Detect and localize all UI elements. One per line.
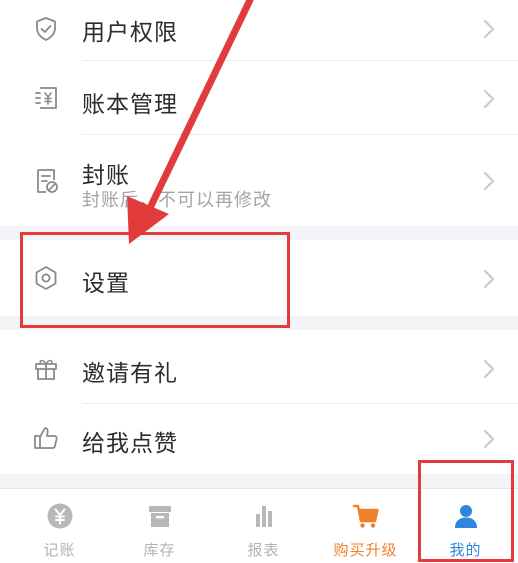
chevron-right-icon <box>482 428 496 450</box>
chevron-right-icon <box>482 170 496 192</box>
menu-item-label: 用户权限 <box>82 20 178 46</box>
tab-inventory[interactable]: 库存 <box>108 489 211 563</box>
menu-item-label: 封账 <box>82 163 130 189</box>
highlight-box-settings <box>20 232 290 328</box>
tab-label: 报表 <box>247 541 280 559</box>
menu-item-ledger-management[interactable]: 账本管理 <box>0 64 518 132</box>
gift-icon <box>32 354 60 382</box>
chevron-right-icon <box>482 268 496 290</box>
menu-item-label: 邀请有礼 <box>82 361 178 387</box>
thumbs-up-icon <box>32 424 60 452</box>
divider <box>82 60 518 61</box>
shopping-cart-icon <box>351 501 381 531</box>
divider <box>82 134 518 135</box>
chevron-right-icon <box>482 88 496 110</box>
menu-item-close-accounts[interactable]: 封账 封账后，不可以再修改 <box>0 136 518 226</box>
tab-label: 记账 <box>43 541 76 559</box>
menu-item-description: 封账后，不可以再修改 <box>82 190 272 211</box>
profile-menu-screen: 用户权限 账本管理 封账 封账后，不可以再修改 设置 邀请有礼 给我点赞 记账 … <box>0 0 518 563</box>
menu-item-user-permissions[interactable]: 用户权限 <box>0 0 518 58</box>
archive-box-icon <box>145 501 175 531</box>
chevron-right-icon <box>482 18 496 40</box>
ledger-yuan-icon <box>32 84 60 112</box>
document-lock-icon <box>32 167 60 195</box>
chevron-right-icon <box>482 358 496 380</box>
tab-label: 库存 <box>143 541 176 559</box>
tab-purchase-upgrade[interactable]: 购买升级 <box>314 489 417 563</box>
menu-item-invite[interactable]: 邀请有礼 <box>0 330 518 402</box>
menu-item-label: 给我点赞 <box>82 431 178 457</box>
highlight-box-mine-tab <box>418 460 514 562</box>
bar-chart-icon <box>249 501 279 531</box>
tab-label: 购买升级 <box>333 541 398 559</box>
yuan-coin-icon <box>45 501 75 531</box>
tab-bookkeeping[interactable]: 记账 <box>8 489 111 563</box>
menu-item-label: 账本管理 <box>82 92 178 118</box>
shield-check-icon <box>32 15 60 43</box>
tab-reports[interactable]: 报表 <box>212 489 315 563</box>
